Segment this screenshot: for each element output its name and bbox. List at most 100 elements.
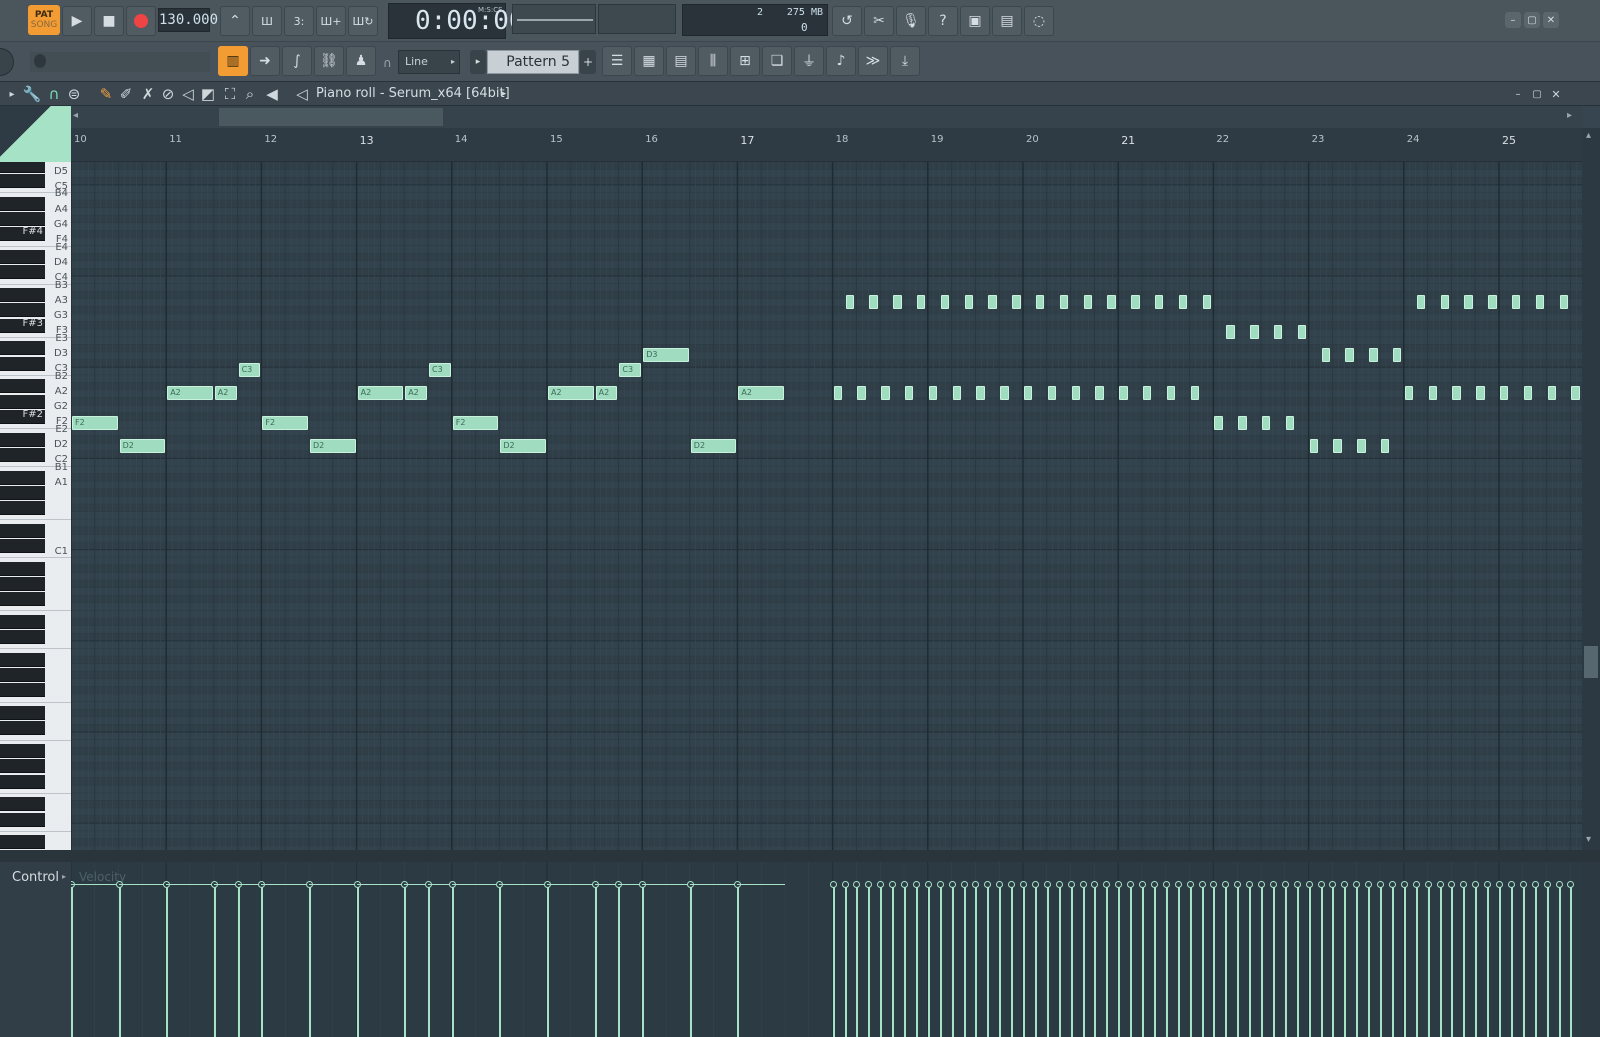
scroll-right-icon[interactable]: ▸	[1567, 110, 1572, 121]
note[interactable]	[1095, 386, 1104, 400]
velocity-stem[interactable]	[1558, 884, 1561, 1037]
velocity-stem[interactable]	[832, 884, 835, 1037]
velocity-stem[interactable]	[1165, 884, 1168, 1037]
note[interactable]	[976, 386, 985, 400]
velocity-handle[interactable]	[1258, 881, 1265, 888]
velocity-handle[interactable]	[1139, 881, 1146, 888]
velocity-stem[interactable]	[1142, 884, 1144, 1037]
note[interactable]	[1024, 386, 1033, 400]
mixer-icon[interactable]: ⫼	[698, 46, 728, 76]
velocity-handle[interactable]	[1055, 881, 1063, 888]
note[interactable]	[1488, 294, 1497, 309]
velocity-stem[interactable]	[1391, 884, 1394, 1037]
velocity-stem[interactable]	[451, 884, 454, 1037]
velocity-stem[interactable]	[737, 884, 740, 1037]
velocity-stem[interactable]	[1546, 884, 1549, 1037]
velocity-stem[interactable]	[1475, 884, 1478, 1037]
velocity-handle[interactable]	[1174, 881, 1182, 888]
black-key[interactable]	[0, 303, 45, 318]
note[interactable]	[1143, 386, 1152, 400]
black-key[interactable]	[0, 721, 45, 736]
note[interactable]	[1559, 294, 1568, 309]
note[interactable]	[1369, 348, 1378, 362]
note[interactable]	[1535, 294, 1545, 309]
velocity-stem[interactable]	[1403, 884, 1406, 1037]
zoom-icon[interactable]: ⌕	[240, 84, 260, 104]
velocity-stem[interactable]	[1082, 884, 1085, 1037]
velocity-stem[interactable]	[1415, 884, 1418, 1037]
tempo-display[interactable]: 130.000	[158, 8, 218, 32]
black-key[interactable]	[0, 561, 45, 576]
playlist-icon[interactable]: ☰	[602, 46, 632, 76]
control-label[interactable]: Control	[12, 870, 59, 885]
black-key[interactable]	[0, 668, 45, 683]
velocity-stem[interactable]	[237, 884, 240, 1037]
loop-record-icon[interactable]: Ш↻	[348, 6, 378, 36]
note[interactable]	[1309, 439, 1319, 454]
velocity-stem[interactable]	[1130, 884, 1133, 1037]
note-grid[interactable]: F2 D2 A2 A2 C3 F2 D2 A2 A2 C3 F2 D2 A2 A2 C3 D3 D2 A2	[71, 162, 1582, 850]
wave-icon[interactable]: ∫	[282, 46, 312, 76]
chat-icon[interactable]: ◌	[1024, 6, 1054, 36]
velocity-handle[interactable]	[1043, 881, 1051, 888]
note[interactable]: A2	[167, 386, 213, 400]
title-arrow-icon[interactable]: ▸	[494, 84, 514, 104]
piano-keyboard[interactable]: D5 C5 B4 A4 G4 F#4 F4 E4 D4 C4 B3 A3 G3 F#3 F3 E3 D3 C3 B2…	[0, 162, 71, 850]
add-pattern-button[interactable]: +	[580, 50, 596, 74]
velocity-stem[interactable]	[1070, 884, 1073, 1037]
note[interactable]	[893, 294, 902, 309]
note[interactable]	[1297, 325, 1307, 340]
scale-icon[interactable]: ⊜	[64, 84, 84, 104]
note[interactable]	[1226, 325, 1235, 340]
black-key[interactable]	[0, 774, 45, 789]
velocity-stem[interactable]	[356, 884, 359, 1037]
velocity-handle[interactable]	[1388, 881, 1396, 888]
velocity-stem[interactable]	[213, 884, 216, 1037]
note[interactable]: A2	[405, 386, 427, 400]
metronome-icon[interactable]: ⌃	[220, 6, 250, 36]
velocity-stem[interactable]	[1499, 884, 1501, 1037]
velocity-stem[interactable]	[1153, 884, 1156, 1037]
velocity-stem[interactable]	[904, 884, 906, 1037]
note[interactable]	[928, 386, 938, 400]
blend-notes-icon[interactable]: Ш+	[316, 6, 346, 36]
note[interactable]	[1345, 348, 1354, 362]
pencil-icon[interactable]: ✎	[96, 84, 116, 104]
velocity-handle[interactable]	[1531, 881, 1539, 888]
render-icon[interactable]: ▤	[992, 6, 1022, 36]
velocity-handle[interactable]	[1317, 881, 1325, 888]
black-key[interactable]	[0, 744, 45, 759]
velocity-stem[interactable]	[261, 884, 264, 1037]
wrench-icon[interactable]: 🔧	[22, 84, 42, 104]
velocity-handle[interactable]	[924, 881, 932, 888]
velocity-handle[interactable]	[841, 881, 849, 888]
browser-icon[interactable]: ⊞	[730, 46, 760, 76]
velocity-stem[interactable]	[999, 884, 1002, 1037]
control-scrollbar[interactable]	[1582, 862, 1600, 1037]
note[interactable]	[1440, 294, 1449, 309]
velocity-handle[interactable]	[1305, 881, 1313, 888]
main-pitch-knob[interactable]	[0, 48, 14, 76]
black-key[interactable]	[0, 197, 45, 211]
velocity-handle[interactable]	[960, 881, 968, 888]
note[interactable]: A2	[595, 386, 618, 400]
velocity-stem[interactable]	[1380, 884, 1382, 1037]
note[interactable]	[1357, 439, 1366, 454]
step-sequencer-icon[interactable]: ▦	[634, 46, 664, 76]
velocity-handle[interactable]	[1020, 881, 1027, 888]
black-key[interactable]	[0, 501, 45, 515]
velocity-stem[interactable]	[1284, 884, 1287, 1037]
velocity-stem[interactable]	[1451, 884, 1454, 1037]
scroll-thumb[interactable]	[219, 108, 443, 126]
velocity-stem[interactable]	[1439, 884, 1442, 1037]
velocity-handle[interactable]	[1269, 881, 1277, 888]
link-icon[interactable]: ⛓	[314, 46, 344, 76]
note[interactable]	[1131, 294, 1140, 309]
note[interactable]	[1000, 386, 1009, 400]
record-button[interactable]	[126, 6, 156, 36]
black-key[interactable]	[0, 265, 45, 280]
velocity-stem[interactable]	[1427, 884, 1430, 1037]
master-pitch-slider[interactable]	[598, 4, 676, 34]
speaker-icon[interactable]: ◁	[292, 84, 312, 104]
note[interactable]	[1321, 348, 1330, 362]
